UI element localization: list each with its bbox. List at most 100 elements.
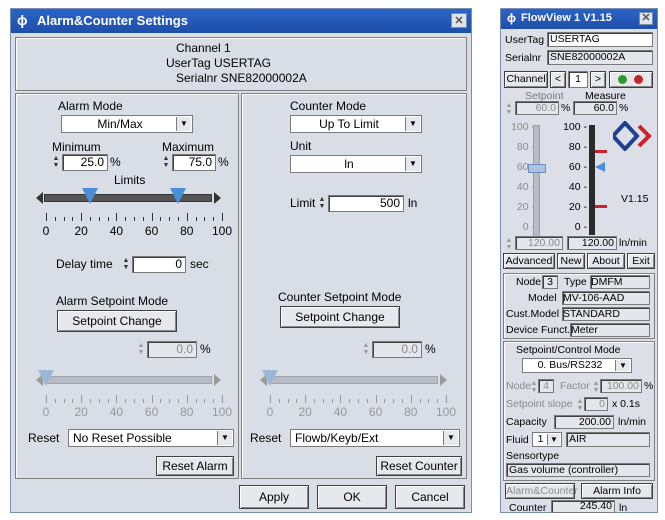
- alarm-setpoint-input[interactable]: 0.0: [147, 341, 197, 358]
- chevron-down-icon[interactable]: ▼: [615, 360, 630, 371]
- factor-spinner[interactable]: ▲ ▼: [592, 380, 600, 394]
- close-icon[interactable]: ✕: [639, 12, 653, 25]
- setpoint-gauge-handle[interactable]: [528, 164, 546, 173]
- scale-tick: [270, 395, 271, 403]
- limits-max-thumb[interactable]: [170, 188, 186, 204]
- unit-select[interactable]: ln ▼: [290, 155, 422, 173]
- counter-mode-select[interactable]: Up To Limit ▼: [290, 115, 422, 133]
- alarm-setpoint-scale-ticks: [46, 395, 226, 403]
- scale-number: 40: [109, 405, 124, 419]
- scale-tick: [142, 217, 144, 221]
- alarm-mode-select[interactable]: Min/Max ▼: [61, 115, 193, 133]
- scale-tick: [63, 217, 65, 221]
- alarm-setpoint-change-button[interactable]: Setpoint Change: [57, 310, 177, 332]
- chevron-down-icon[interactable]: ▼: [547, 434, 560, 445]
- limits-left-arrow-icon[interactable]: [36, 192, 43, 204]
- limits-slider-track[interactable]: [44, 194, 212, 202]
- chevron-down-icon[interactable]: ▼: [405, 117, 420, 131]
- app-icon: ϕ: [17, 12, 28, 28]
- counter-setpoint-thumb[interactable]: [262, 370, 278, 386]
- flowview-titlebar[interactable]: ϕ FlowView 1 V1.15 ✕: [501, 9, 657, 29]
- channel-number[interactable]: 1: [568, 71, 588, 88]
- about-button[interactable]: About: [587, 253, 625, 269]
- alarm-reset-select[interactable]: No Reset Possible ▼: [68, 429, 234, 447]
- alarm-counter-button[interactable]: Alarm&Counter: [505, 483, 578, 499]
- counter-setpoint-slider-track[interactable]: [268, 376, 438, 384]
- node2-label: Node: [506, 380, 532, 392]
- fluid-select[interactable]: 1 ▼: [532, 432, 562, 447]
- scale-number: 60: [144, 405, 159, 419]
- setpoint-flow-spinner[interactable]: ▲ ▼: [505, 237, 513, 251]
- scale-number: 0: [42, 224, 50, 238]
- capacity-label: Capacity: [506, 416, 547, 428]
- counter-setpoint-mode-label: Counter Setpoint Mode: [278, 290, 402, 304]
- scale-tick: [90, 217, 91, 221]
- new-button[interactable]: New: [557, 253, 585, 269]
- scale-tick: [46, 213, 47, 221]
- chevron-down-icon[interactable]: ▼: [405, 157, 420, 171]
- channel-next-button[interactable]: >: [590, 71, 606, 88]
- alarm-limit-high-marker: [595, 150, 607, 153]
- minimum-spinner[interactable]: ▲ ▼: [52, 155, 60, 169]
- chevron-down-icon[interactable]: ▼: [443, 431, 458, 445]
- cancel-button[interactable]: Cancel: [395, 485, 465, 509]
- channel-button[interactable]: Channel: [504, 71, 548, 88]
- setpoint-gauge-scale: 100 -80 -60 -40 -20 -0 -: [505, 121, 535, 241]
- scale-tick: [419, 399, 421, 403]
- chevron-down-icon[interactable]: ▼: [176, 117, 191, 131]
- alarm-setpoint-thumb[interactable]: [38, 370, 54, 386]
- setpoint-percent-input[interactable]: 60.0: [515, 101, 559, 115]
- gauge-scale-label: 80 -: [568, 141, 587, 153]
- scale-tick: [410, 395, 412, 403]
- chevron-down-icon[interactable]: ▼: [217, 431, 232, 445]
- slope-input[interactable]: 0: [584, 397, 608, 411]
- counter-unit: ln: [619, 502, 628, 514]
- minimum-unit: %: [110, 155, 121, 169]
- delay-time-input[interactable]: 0: [132, 256, 186, 273]
- alarm-window-titlebar[interactable]: ϕ Alarm&Counter Settings ✕: [11, 9, 471, 33]
- scale-tick: [81, 395, 83, 403]
- control-mode-select[interactable]: 0. Bus/RS232 ▼: [522, 358, 632, 373]
- counter-reset-select[interactable]: Flowb/Keyb/Ext ▼: [290, 429, 460, 447]
- scale-number: 60: [368, 405, 383, 419]
- measure-gauge-bar: [589, 125, 595, 235]
- setpoint-flow-input[interactable]: 120.00: [515, 236, 563, 250]
- apply-button[interactable]: Apply: [239, 485, 309, 509]
- ok-button[interactable]: OK: [317, 485, 387, 509]
- channel-prev-button[interactable]: <: [550, 71, 566, 88]
- counter-setpoint-right-arrow-icon[interactable]: [440, 374, 447, 386]
- slope-spinner[interactable]: ▲ ▼: [576, 398, 584, 412]
- gauge-scale-label: 100 -: [511, 121, 535, 133]
- limit-input[interactable]: 500: [328, 195, 404, 212]
- counter-setpoint-input[interactable]: 0.0: [372, 341, 422, 358]
- reset-alarm-button[interactable]: Reset Alarm: [156, 456, 234, 476]
- node2-spinner[interactable]: ▲ ▼: [530, 380, 538, 394]
- red-led-icon: [634, 75, 643, 84]
- fv-usertag-input[interactable]: USERTAG: [547, 32, 653, 47]
- setpoint-spinner[interactable]: ▲ ▼: [505, 102, 513, 116]
- delay-spinner[interactable]: ▲ ▼: [122, 257, 130, 271]
- counter-panel: Counter Mode Up To Limit ▼ Unit ln ▼ Lim…: [241, 93, 467, 479]
- node2-input[interactable]: 4: [538, 379, 554, 393]
- exit-button[interactable]: Exit: [627, 253, 655, 269]
- limit-spinner[interactable]: ▲ ▼: [318, 196, 326, 210]
- reset-counter-button[interactable]: Reset Counter: [376, 456, 462, 476]
- gauge-scale-label: 20 -: [568, 201, 587, 213]
- advanced-button[interactable]: Advanced: [503, 253, 555, 269]
- alarm-setpoint-slider-track[interactable]: [44, 376, 212, 384]
- maximum-spinner[interactable]: ▲ ▼: [162, 155, 170, 169]
- factor-input[interactable]: 100.00: [600, 379, 642, 393]
- scale-tick: [151, 395, 153, 403]
- unit-label: Unit: [290, 139, 312, 153]
- maximum-input[interactable]: 75.0: [172, 154, 216, 171]
- counter-setpoint-spinner[interactable]: ▲ ▼: [362, 342, 370, 356]
- setpoint-gauge-track[interactable]: [533, 125, 540, 237]
- close-icon[interactable]: ✕: [451, 13, 467, 28]
- alarm-setpoint-spinner[interactable]: ▲ ▼: [137, 342, 145, 356]
- alarm-setpoint-right-arrow-icon[interactable]: [214, 374, 221, 386]
- limits-min-thumb[interactable]: [82, 188, 98, 204]
- limits-right-arrow-icon[interactable]: [214, 192, 221, 204]
- counter-setpoint-change-button[interactable]: Setpoint Change: [280, 306, 400, 328]
- alarm-info-button[interactable]: Alarm Info: [581, 483, 653, 499]
- minimum-input[interactable]: 25.0: [62, 154, 108, 171]
